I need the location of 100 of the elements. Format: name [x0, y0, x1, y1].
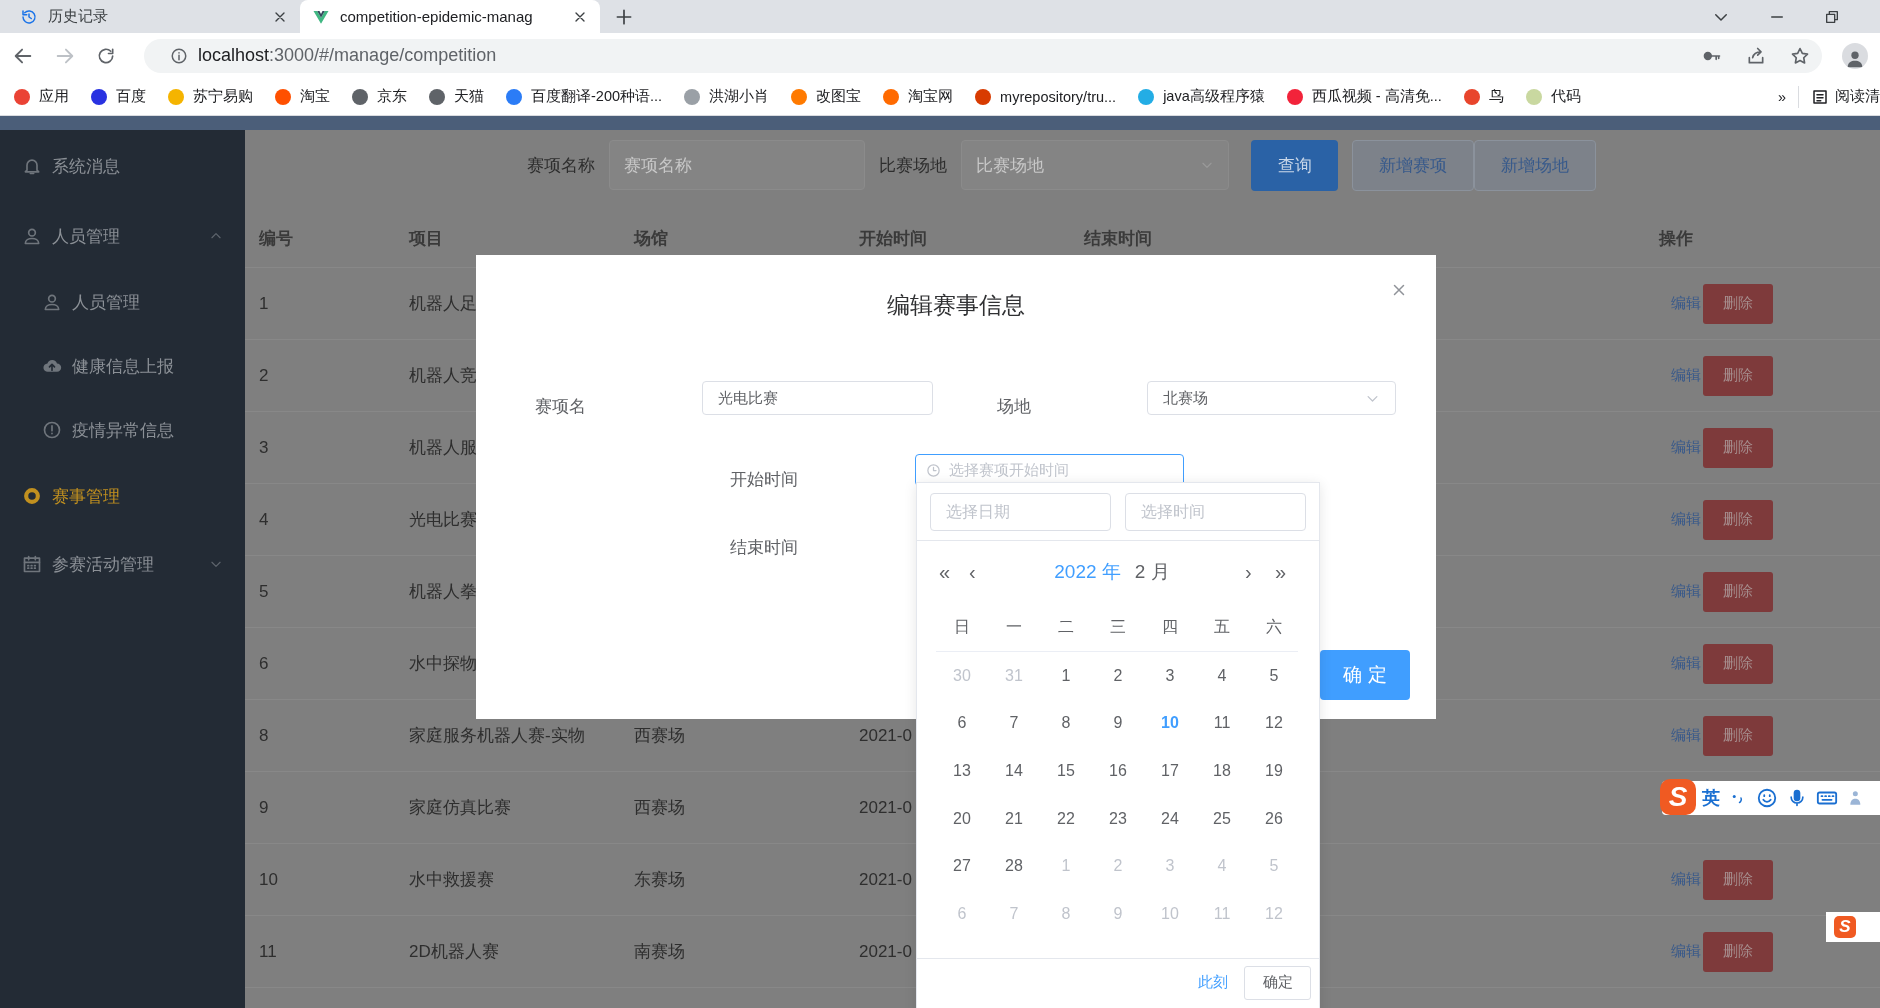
column-header: 操作	[1659, 228, 1693, 250]
table-cell: 6	[259, 653, 269, 674]
history-icon	[20, 7, 38, 26]
calendar-day[interactable]: 5	[1248, 666, 1300, 685]
menu-item[interactable]: 人员管理	[0, 270, 245, 334]
address-bar[interactable]: localhost:3000/#/manage/competition	[144, 38, 1822, 73]
new-tab-icon[interactable]	[614, 7, 634, 27]
column-header: 场馆	[634, 228, 668, 250]
restore-icon[interactable]	[1824, 8, 1840, 25]
microphone-icon[interactable]	[1787, 788, 1807, 808]
calendar-day[interactable]: 12	[1248, 714, 1300, 733]
confirm-button[interactable]: 确定	[1244, 965, 1311, 1000]
calendar-day[interactable]: 11	[1196, 714, 1248, 733]
calendar-day[interactable]: 23	[1092, 809, 1144, 828]
menu-label: 健康信息上报	[72, 355, 174, 378]
calendar-day[interactable]: 19	[1248, 762, 1300, 780]
weekday-label: 三	[1109, 616, 1127, 637]
reading-list[interactable]: 阅读清	[1811, 87, 1880, 106]
bookmark[interactable]: 百度	[91, 87, 146, 106]
bookmark[interactable]: 鸟	[1463, 87, 1504, 106]
name-field[interactable]: 光电比赛	[702, 381, 933, 415]
calendar-day[interactable]: 18	[1196, 762, 1248, 780]
bookmark[interactable]: 西瓜视频 - 高清免...	[1286, 87, 1442, 106]
query-button[interactable]: 查询	[1251, 139, 1338, 191]
weekday-label: 二	[1057, 616, 1075, 637]
bookmark[interactable]: 应用	[14, 87, 69, 106]
calendar-day[interactable]: 24	[1144, 809, 1196, 828]
bookmark[interactable]: 淘宝网	[883, 87, 954, 106]
profile-avatar[interactable]	[1842, 42, 1868, 69]
bookmark[interactable]: 改图宝	[791, 87, 862, 106]
ime-mode[interactable]: 英	[1702, 786, 1720, 810]
menu-item[interactable]: 赛事管理	[0, 462, 245, 530]
menu-item[interactable]: 健康信息上报	[0, 334, 245, 398]
ime-logo[interactable]: S	[1660, 779, 1696, 815]
prev-year-button[interactable]: «	[939, 560, 969, 584]
table-cell-text: 西赛场	[634, 725, 685, 747]
bookmark[interactable]: 京东	[352, 87, 407, 106]
calendar-day[interactable]: 25	[1196, 809, 1248, 828]
calendar-day[interactable]: 16	[1092, 762, 1144, 780]
table-cell: 2021-0	[859, 725, 912, 746]
table-cell: 5	[259, 581, 269, 602]
table-cell: 9	[259, 797, 269, 818]
calendar-day[interactable]: 21	[988, 809, 1040, 828]
ime-logo[interactable]: S	[1834, 916, 1856, 938]
table-cell-text: 东赛场	[634, 869, 685, 891]
table-cell-text: 西赛场	[634, 797, 685, 819]
smiley-icon[interactable]	[1756, 787, 1778, 809]
column-header: 结束时间	[1084, 228, 1152, 250]
calendar-day[interactable]: 1	[1040, 666, 1092, 685]
calendar-day[interactable]: 7	[988, 714, 1040, 733]
bookmark[interactable]: java高级程序猿	[1138, 87, 1265, 106]
bookmark[interactable]: 天猫	[429, 87, 484, 106]
calendar-day[interactable]: 4	[1196, 666, 1248, 685]
calendar-day[interactable]: 15	[1040, 762, 1092, 780]
calendar-day[interactable]: 22	[1040, 809, 1092, 828]
calendar-day[interactable]: 9	[1092, 714, 1144, 733]
next-year-button[interactable]: »	[1275, 560, 1305, 584]
calendar-day[interactable]: 2	[1092, 666, 1144, 685]
menu-item[interactable]: 参赛活动管理	[0, 530, 245, 598]
calendar-day[interactable]: 17	[1144, 762, 1196, 780]
menu-item[interactable]: 人员管理	[0, 202, 245, 270]
field-label: 赛项名称	[527, 154, 595, 177]
calendar-day[interactable]: 26	[1248, 809, 1300, 828]
month-label[interactable]: 2 月	[1134, 559, 1170, 585]
bookmark[interactable]: 苏宁易购	[168, 87, 253, 106]
calendar-day[interactable]: 14	[988, 762, 1040, 780]
calendar-day[interactable]: 3	[1144, 666, 1196, 685]
browser-tab[interactable]: 历史记录	[8, 0, 300, 33]
menu-item[interactable]: 疫情异常信息	[0, 398, 245, 462]
calendar-day[interactable]: 20	[936, 809, 988, 828]
menu-label: 疫情异常信息	[72, 419, 174, 442]
info-icon[interactable]	[170, 46, 188, 65]
more-bookmarks[interactable]: »	[1777, 88, 1786, 105]
bookmark[interactable]: 代码	[1525, 87, 1581, 106]
bookmark[interactable]: 百度翻译-200种语...	[506, 87, 663, 106]
calendar-day[interactable]: 27	[936, 857, 988, 876]
reload-icon[interactable]	[96, 45, 116, 66]
tab-title: 历史记录	[48, 7, 109, 26]
next-month-button[interactable]: ›	[1245, 560, 1275, 584]
prev-month-button[interactable]: ‹	[969, 560, 999, 584]
browser-tab[interactable]: competition-epidemic-manag	[300, 0, 600, 33]
bookmark[interactable]: 淘宝	[275, 87, 330, 106]
bookmark[interactable]: myrepository/tru...	[975, 88, 1117, 105]
calendar-day[interactable]: 8	[1040, 714, 1092, 733]
person-icon	[42, 292, 62, 312]
person-icon	[22, 226, 42, 246]
column-header: 开始时间	[859, 228, 927, 250]
share-icon[interactable]	[1746, 45, 1766, 66]
dialog-title: 编辑赛事信息	[887, 291, 1025, 320]
alert-icon	[42, 420, 62, 440]
calendar-day[interactable]: 6	[936, 714, 988, 733]
star-icon[interactable]	[1790, 45, 1810, 66]
field-label: 赛项名	[535, 396, 587, 418]
bookmark[interactable]: 洪湖小肖	[684, 87, 770, 106]
menu-item[interactable]: 系统消息	[0, 130, 245, 202]
calendar-day[interactable]: 28	[988, 857, 1040, 876]
venue-select[interactable]: 北赛场	[1147, 381, 1396, 415]
weekday-label: 四	[1161, 616, 1179, 637]
table-cell-text: 水中救援赛	[409, 869, 494, 891]
calendar-day[interactable]: 13	[936, 762, 988, 780]
